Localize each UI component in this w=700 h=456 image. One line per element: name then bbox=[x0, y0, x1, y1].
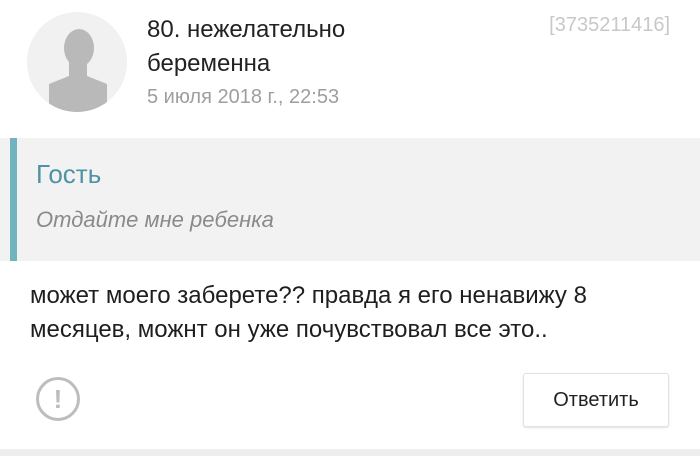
divider bbox=[0, 449, 700, 456]
quote-author: Гость bbox=[36, 159, 102, 189]
exclamation-circle-icon: ! bbox=[53, 384, 63, 414]
post-header: 80. нежелательно беременна 5 июля 2018 г… bbox=[0, 0, 700, 138]
avatar bbox=[27, 12, 127, 112]
comment-text: может моего заберете?? правда я его нена… bbox=[30, 282, 587, 343]
post-id: [3735211416] bbox=[549, 14, 670, 36]
user-silhouette-icon bbox=[27, 12, 127, 112]
post-title: 80. нежелательно беременна bbox=[147, 16, 346, 77]
report-button[interactable]: ! bbox=[36, 377, 80, 421]
comment-card: 80. нежелательно беременна 5 июля 2018 г… bbox=[0, 0, 700, 456]
quote-text: Отдайте мне ребенка bbox=[36, 207, 274, 232]
post-timestamp: 5 июля 2018 г., 22:53 bbox=[147, 86, 340, 108]
reply-button[interactable]: Ответить bbox=[523, 373, 669, 427]
quoted-message: Гость Отдайте мне ребенка bbox=[0, 138, 700, 261]
quote-accent-bar bbox=[10, 138, 17, 261]
